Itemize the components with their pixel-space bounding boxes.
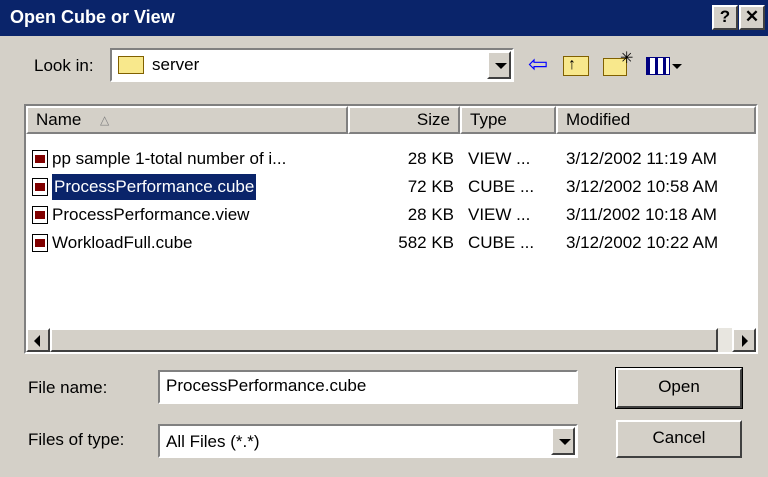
file-list[interactable]: Name △ Size Type Modified pp sample 1-to…	[24, 104, 758, 354]
scroll-left-button[interactable]	[26, 328, 50, 352]
cube-file-icon	[32, 178, 48, 196]
file-type: CUBE ...	[468, 233, 535, 252]
filetype-value: All Files (*.*)	[166, 432, 260, 451]
file-type: VIEW ...	[468, 205, 531, 224]
view-file-icon	[32, 206, 48, 224]
file-size: 582 KB	[398, 233, 454, 252]
file-type: VIEW ...	[468, 149, 531, 168]
view-menu-icon[interactable]	[644, 50, 684, 80]
filetype-select[interactable]: All Files (*.*)	[158, 424, 578, 458]
file-modified: 3/12/2002 11:19 AM	[566, 149, 717, 168]
horizontal-scrollbar[interactable]	[26, 328, 756, 352]
column-header-size[interactable]: Size	[348, 106, 460, 134]
open-button[interactable]: Open	[615, 367, 743, 409]
file-name: pp sample 1-total number of i...	[52, 149, 287, 168]
file-row-selected[interactable]: ProcessPerformance.cube 72 KB CUBE ... 3…	[26, 174, 756, 200]
file-modified: 3/12/2002 10:58 AM	[566, 177, 719, 196]
right-arrow-icon	[742, 335, 748, 347]
column-header-name[interactable]: Name △	[26, 106, 348, 134]
sort-ascending-icon: △	[100, 113, 110, 127]
file-size: 28 KB	[407, 205, 454, 224]
file-type: CUBE ...	[468, 177, 535, 196]
new-folder-icon[interactable]: ✳	[600, 50, 636, 80]
file-row[interactable]: ProcessPerformance.view 28 KB VIEW ... 3…	[26, 202, 756, 228]
file-row[interactable]: WorkloadFull.cube 582 KB CUBE ... 3/12/2…	[26, 230, 756, 256]
open-dialog: Open Cube or View ? ✕ Look in: server ⇦ …	[0, 0, 768, 477]
folder-icon	[118, 56, 144, 74]
scroll-right-button[interactable]	[732, 328, 756, 352]
lookin-dropdown-button[interactable]	[487, 51, 511, 79]
lookin-combobox[interactable]: server	[110, 48, 514, 82]
cube-file-icon	[32, 234, 48, 252]
file-size: 72 KB	[407, 177, 454, 196]
back-arrow-icon[interactable]: ⇦	[524, 50, 552, 80]
view-file-icon	[32, 150, 48, 168]
lookin-value: server	[152, 55, 200, 74]
scroll-thumb[interactable]	[50, 328, 718, 352]
file-modified: 3/11/2002 10:18 AM	[566, 205, 717, 224]
title-bar[interactable]: Open Cube or View ? ✕	[0, 0, 768, 36]
list-header: Name △ Size Type Modified	[26, 106, 756, 134]
file-name: WorkloadFull.cube	[52, 233, 193, 252]
up-folder-icon[interactable]: ↑	[560, 50, 592, 80]
file-name: ProcessPerformance.cube	[52, 174, 257, 200]
help-button[interactable]: ?	[712, 5, 738, 30]
filename-input[interactable]: ProcessPerformance.cube	[158, 370, 578, 404]
close-button[interactable]: ✕	[739, 5, 765, 30]
window-title: Open Cube or View	[10, 7, 175, 27]
column-header-type[interactable]: Type	[460, 106, 556, 134]
column-header-modified[interactable]: Modified	[556, 106, 756, 134]
file-modified: 3/12/2002 10:22 AM	[566, 233, 719, 252]
left-arrow-icon	[34, 335, 40, 347]
lookin-label: Look in:	[34, 56, 94, 75]
file-row[interactable]: pp sample 1-total number of i... 28 KB V…	[26, 146, 756, 172]
filename-label: File name:	[28, 378, 108, 397]
file-size: 28 KB	[407, 149, 454, 168]
column-name-label: Name	[36, 110, 82, 129]
filetype-label: Files of type:	[28, 430, 125, 449]
filetype-dropdown-button[interactable]	[551, 427, 575, 455]
cancel-button[interactable]: Cancel	[616, 420, 742, 458]
file-name: ProcessPerformance.view	[52, 205, 250, 224]
